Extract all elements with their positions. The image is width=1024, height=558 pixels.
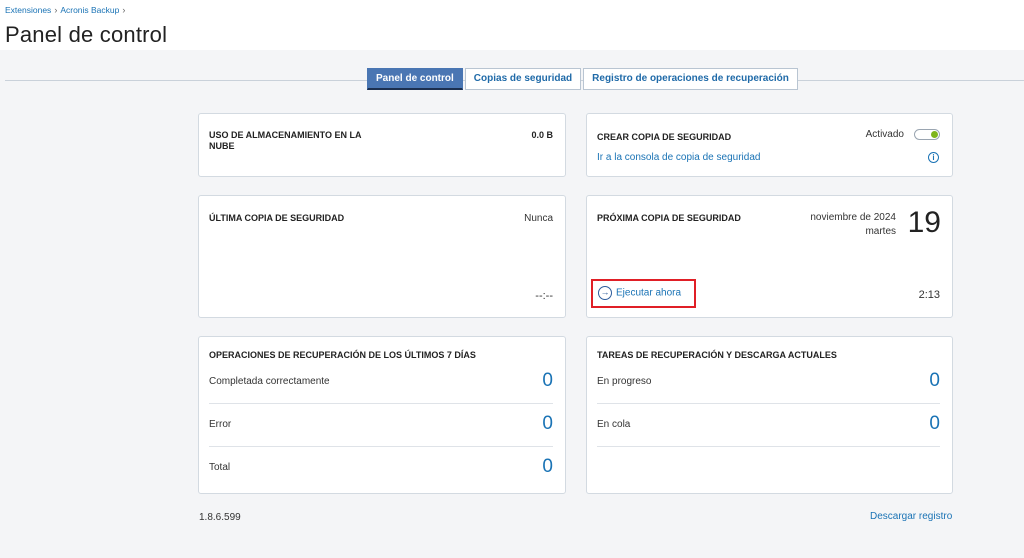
- create-backup-title: CREAR COPIA DE SEGURIDAD: [597, 132, 732, 142]
- breadcrumb-acronis-backup[interactable]: Acronis Backup: [60, 5, 119, 15]
- row-divider: [209, 446, 553, 447]
- last-backup-card: ÚLTIMA COPIA DE SEGURIDAD Nunca --:--: [198, 195, 566, 318]
- tab-bar: Panel de control Copias de seguridad Reg…: [367, 68, 800, 90]
- breadcrumb-separator: ›: [122, 5, 126, 15]
- tab-backups[interactable]: Copias de seguridad: [464, 68, 582, 90]
- task-row-value: 0: [929, 370, 940, 391]
- backup-console-link[interactable]: Ir a la consola de copia de seguridad: [597, 152, 760, 163]
- create-backup-card: CREAR COPIA DE SEGURIDAD Activado Ir a l…: [586, 113, 953, 177]
- last-backup-title: ÚLTIMA COPIA DE SEGURIDAD: [209, 213, 345, 223]
- info-icon[interactable]: i: [928, 152, 939, 163]
- current-tasks-card: TAREAS DE RECUPERACIÓN Y DESCARGA ACTUAL…: [586, 336, 953, 494]
- header: Extensiones › Acronis Backup › Panel de …: [0, 0, 1024, 50]
- row-divider: [597, 446, 940, 447]
- next-backup-weekday: martes: [865, 226, 896, 237]
- recovery-row-value: 0: [542, 370, 553, 391]
- recovery-row-value: 0: [542, 456, 553, 477]
- run-now-label: Ejecutar ahora: [616, 287, 682, 299]
- storage-card: USO DE ALMACENAMIENTO EN LA NUBE 0.0 B: [198, 113, 566, 177]
- breadcrumb-extensions[interactable]: Extensiones: [5, 5, 51, 15]
- download-log-link[interactable]: Descargar registro: [870, 511, 952, 522]
- recovery-ops-title: OPERACIONES DE RECUPERACIÓN DE LOS ÚLTIM…: [209, 350, 476, 360]
- tab-dashboard[interactable]: Panel de control: [367, 68, 463, 90]
- task-row-label: En progreso: [597, 376, 652, 387]
- task-row-label: En cola: [597, 419, 631, 430]
- current-tasks-title: TAREAS DE RECUPERACIÓN Y DESCARGA ACTUAL…: [597, 350, 837, 360]
- breadcrumb-separator: ›: [54, 5, 58, 15]
- last-backup-value: Nunca: [524, 213, 553, 224]
- backup-toggle[interactable]: [914, 129, 940, 140]
- arrow-right-circle-icon: →: [598, 286, 612, 300]
- storage-value: 0.0 B: [531, 130, 553, 140]
- next-backup-title: PRÓXIMA COPIA DE SEGURIDAD: [597, 213, 741, 223]
- last-backup-time: --:--: [535, 290, 553, 302]
- recovery-row-value: 0: [542, 413, 553, 434]
- run-now-button[interactable]: → Ejecutar ahora: [598, 286, 681, 300]
- task-row-value: 0: [929, 413, 940, 434]
- recovery-row-label: Completada correctamente: [209, 376, 330, 387]
- recovery-ops-card: OPERACIONES DE RECUPERACIÓN DE LOS ÚLTIM…: [198, 336, 566, 494]
- next-backup-day: 19: [907, 206, 941, 239]
- breadcrumb: Extensiones › Acronis Backup ›: [5, 5, 125, 15]
- next-backup-time: 2:13: [918, 289, 940, 301]
- row-divider: [209, 403, 553, 404]
- recovery-row-label: Total: [209, 462, 231, 473]
- version-label: 1.8.6.599: [199, 512, 241, 523]
- toggle-knob: [931, 131, 938, 138]
- row-divider: [597, 403, 940, 404]
- page-title: Panel de control: [5, 22, 168, 47]
- storage-title: USO DE ALMACENAMIENTO EN LA NUBE: [209, 130, 362, 151]
- recovery-row-label: Error: [209, 419, 232, 430]
- tab-recovery-log[interactable]: Registro de operaciones de recuperación: [583, 68, 798, 90]
- create-backup-status: Activado: [865, 129, 904, 140]
- next-backup-month-year: noviembre de 2024: [810, 212, 896, 223]
